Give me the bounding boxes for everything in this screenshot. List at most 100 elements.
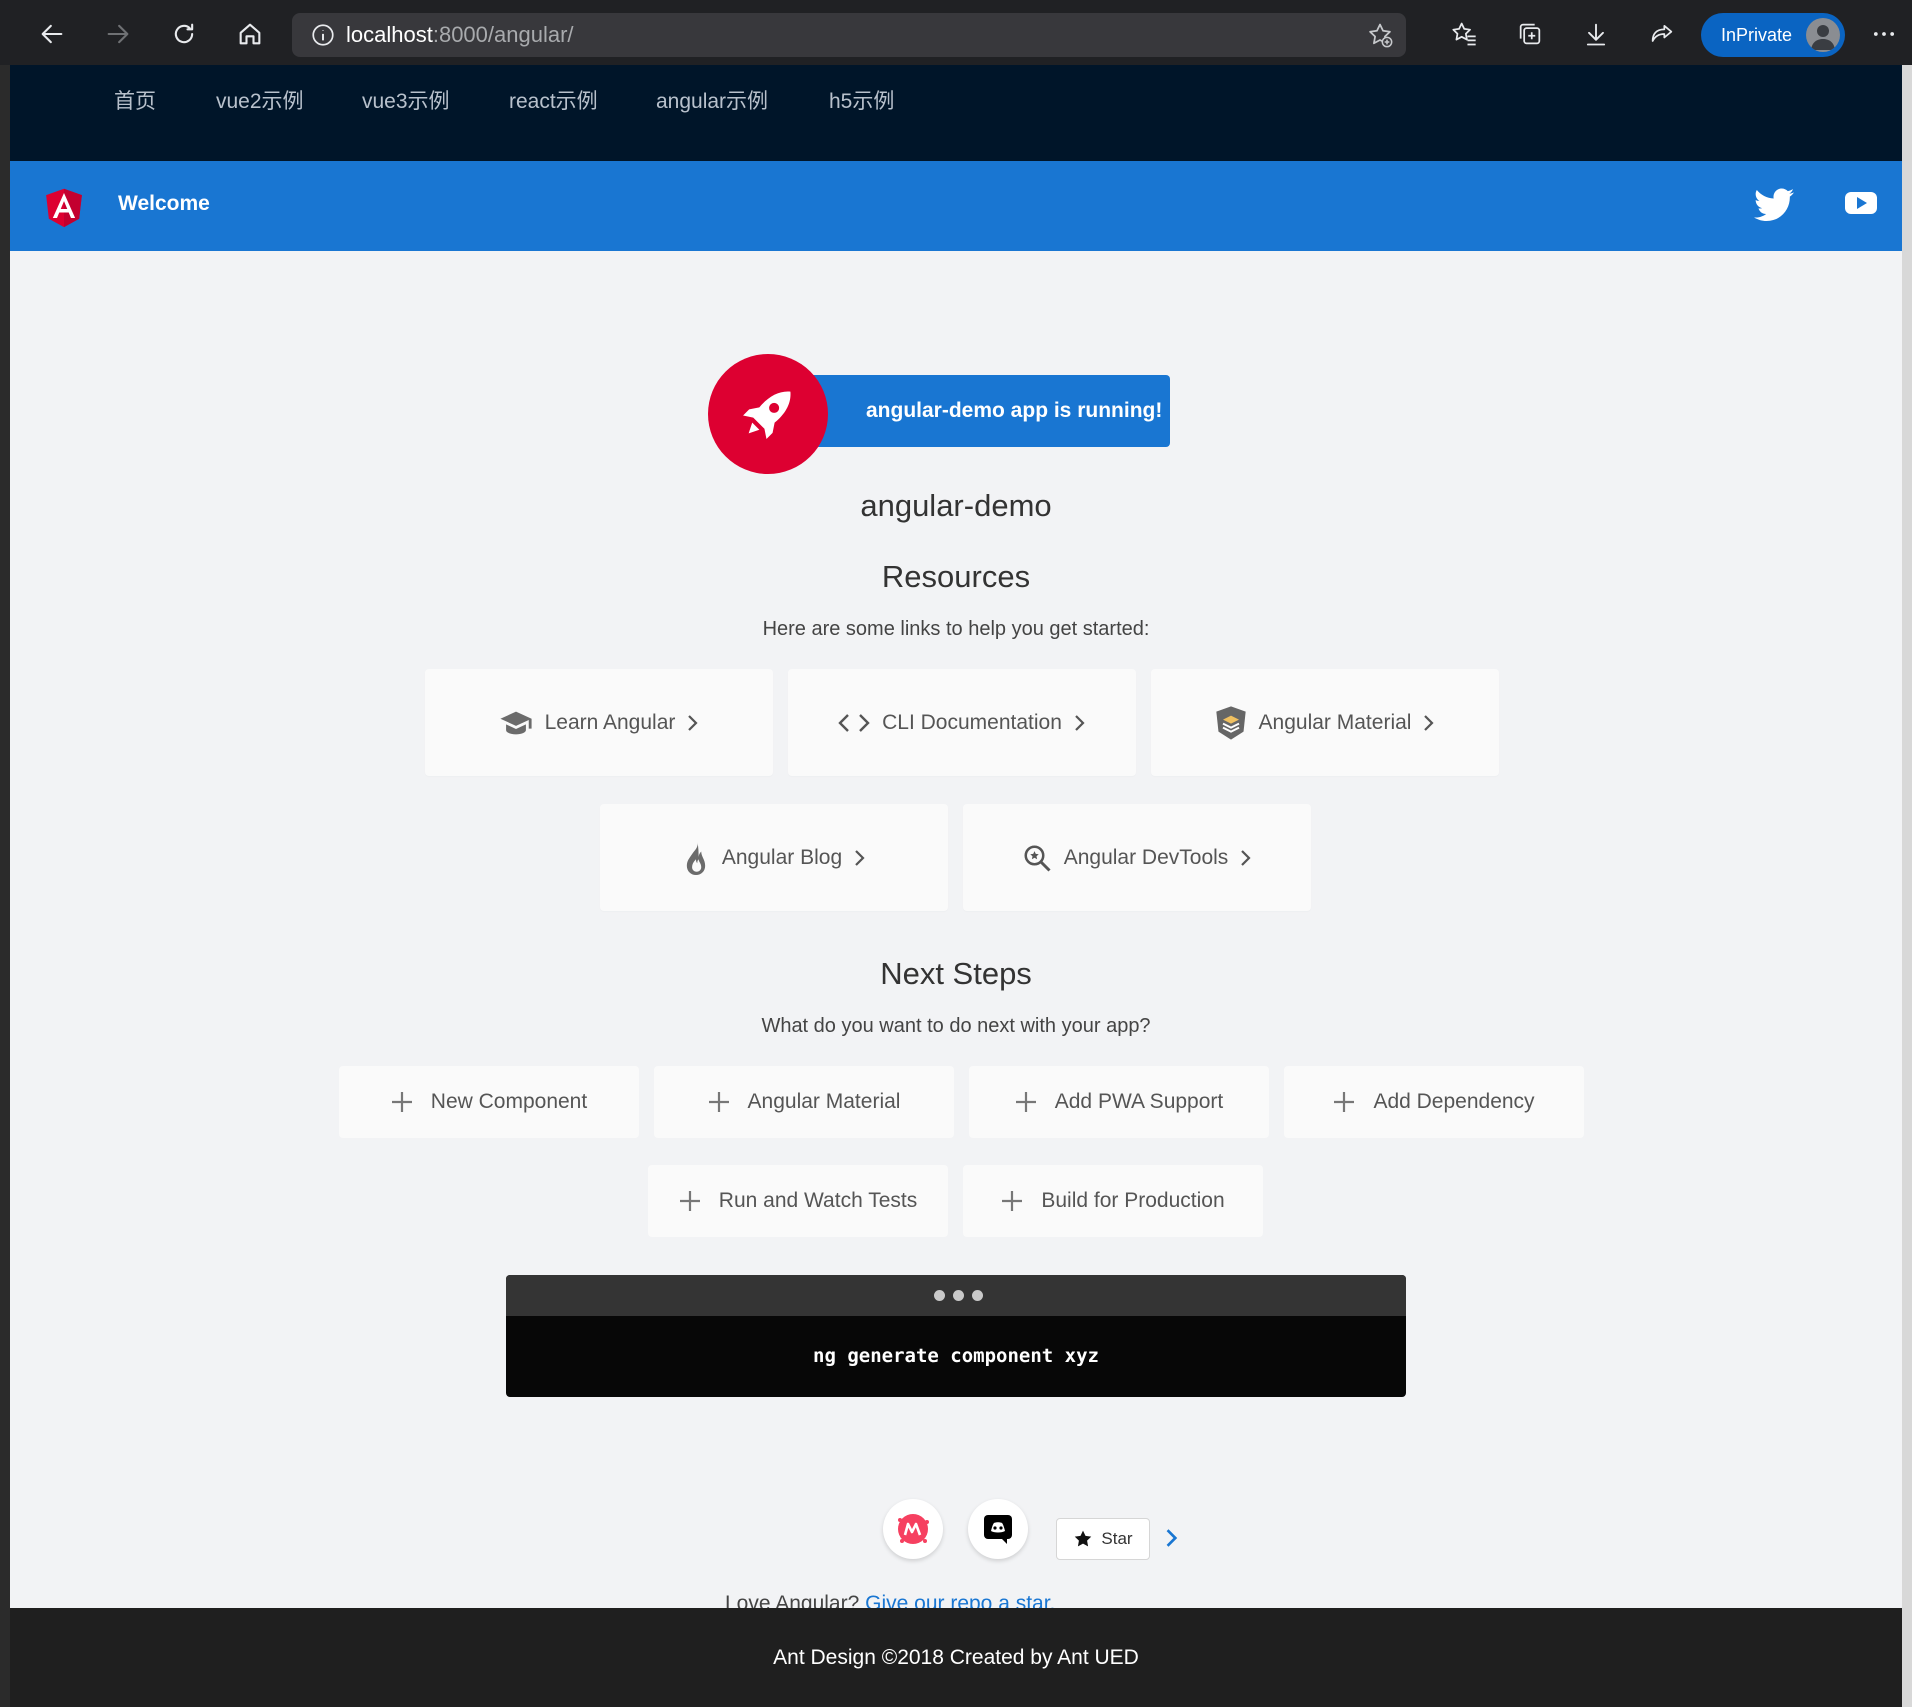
inprivate-badge[interactable]: InPrivate (1701, 13, 1845, 57)
twitter-icon[interactable] (1754, 188, 1794, 222)
material-layers-icon (1215, 705, 1247, 741)
card-label: Learn Angular (544, 710, 676, 734)
page-viewport: 首页 vue2示例 vue3示例 react示例 angular示例 h5示例 … (10, 65, 1902, 1707)
nav-item-h5[interactable]: h5示例 (829, 85, 894, 115)
step-label: Angular Material (747, 1090, 901, 1113)
step-label: Add PWA Support (1054, 1090, 1224, 1113)
url-text: localhost:8000/angular/ (346, 22, 574, 47)
card-angular-devtools[interactable]: Angular DevTools (963, 804, 1311, 911)
terminal-dot (934, 1290, 945, 1301)
plus-icon (1015, 1091, 1037, 1113)
nav-item-vue2[interactable]: vue2示例 (216, 85, 304, 115)
magnifier-star-icon (1022, 843, 1052, 873)
refresh-icon (174, 23, 194, 44)
terminal-dot (972, 1290, 983, 1301)
chevron-right-icon (854, 849, 866, 867)
info-icon[interactable] (310, 22, 336, 48)
code-icon (838, 712, 870, 734)
add-favorite-icon[interactable] (1366, 21, 1394, 49)
downloads-button[interactable] (1576, 14, 1616, 54)
plus-icon (1333, 1091, 1355, 1113)
nav-item-react[interactable]: react示例 (509, 85, 598, 115)
terminal-header (506, 1275, 1406, 1316)
discord-link[interactable] (968, 1499, 1028, 1559)
app-name: angular-demo (860, 488, 1052, 523)
toolbar: Welcome (10, 161, 1902, 251)
scrollbar[interactable] (1902, 65, 1912, 1707)
plus-icon (708, 1091, 730, 1113)
collections-icon (1519, 23, 1541, 45)
address-bar[interactable]: localhost:8000/angular/ (292, 13, 1406, 57)
meetup-link[interactable] (883, 1499, 943, 1559)
home-icon (239, 23, 261, 45)
card-label: CLI Documentation (882, 710, 1062, 734)
share-button[interactable] (1642, 14, 1682, 54)
nav-item-vue3[interactable]: vue3示例 (362, 85, 450, 115)
card-angular-blog[interactable]: Angular Blog (600, 804, 948, 911)
plus-icon (391, 1091, 413, 1113)
step-label: Run and Watch Tests (718, 1189, 918, 1212)
step-angular-material[interactable]: Angular Material (654, 1066, 954, 1138)
card-label: Angular DevTools (1063, 845, 1229, 869)
app-running-text: angular-demo app is running! (866, 399, 1163, 422)
footer-text: Ant Design ©2018 Created by Ant UED (773, 1645, 1139, 1669)
angular-logo-icon (46, 188, 82, 228)
back-button[interactable] (32, 14, 72, 54)
plus-icon (1001, 1190, 1023, 1212)
flame-icon (682, 841, 710, 875)
chevron-right-icon (1240, 849, 1252, 867)
ellipsis-icon (1873, 32, 1895, 36)
step-add-dependency[interactable]: Add Dependency (1284, 1066, 1584, 1138)
star-button-label: Star (1101, 1529, 1133, 1548)
forward-button[interactable] (98, 14, 138, 54)
chevron-right-icon[interactable] (1165, 1528, 1179, 1548)
next-steps-subtitle: What do you want to do next with your ap… (761, 1015, 1151, 1037)
chevron-right-icon (687, 714, 699, 732)
footer: Ant Design ©2018 Created by Ant UED (10, 1608, 1902, 1707)
step-run-watch-tests[interactable]: Run and Watch Tests (648, 1165, 948, 1237)
arrow-left-icon (41, 24, 63, 44)
chevron-right-icon (1423, 714, 1435, 732)
favorites-button[interactable] (1444, 14, 1484, 54)
star-icon (1075, 1530, 1092, 1547)
favorites-icon (1452, 22, 1476, 46)
youtube-icon[interactable] (1844, 190, 1878, 216)
github-star-button[interactable]: Star (1056, 1518, 1150, 1560)
person-icon (1811, 25, 1835, 50)
chevron-right-icon (1074, 714, 1086, 732)
card-label: Angular Material (1258, 710, 1412, 734)
collections-button[interactable] (1510, 14, 1550, 54)
download-icon (1586, 23, 1606, 46)
step-label: New Component (430, 1090, 588, 1113)
rocket-icon (743, 391, 791, 439)
resources-subtitle: Here are some links to help you get star… (762, 618, 1150, 640)
step-build-production[interactable]: Build for Production (963, 1165, 1263, 1237)
card-label: Angular Blog (721, 845, 843, 869)
next-steps-heading: Next Steps (880, 956, 1032, 991)
share-icon (1651, 24, 1673, 42)
graduation-cap-icon (499, 708, 533, 738)
step-label: Build for Production (1041, 1189, 1225, 1212)
resources-heading: Resources (881, 559, 1031, 594)
more-button[interactable] (1864, 14, 1904, 54)
nav-item-angular[interactable]: angular示例 (656, 85, 768, 115)
browser-toolbar: localhost:8000/angular/ InPrivate (0, 0, 1912, 65)
home-button[interactable] (230, 14, 270, 54)
step-label: Add Dependency (1373, 1090, 1535, 1113)
app-running-banner: angular-demo app is running! (790, 375, 1170, 447)
toolbar-title: Welcome (118, 192, 210, 215)
terminal-dot (953, 1290, 964, 1301)
nav-item-home[interactable]: 首页 (114, 85, 156, 115)
rocket-badge (708, 354, 828, 474)
card-learn-angular[interactable]: Learn Angular (425, 669, 773, 776)
step-add-pwa-support[interactable]: Add PWA Support (969, 1066, 1269, 1138)
top-nav: 首页 vue2示例 vue3示例 react示例 angular示例 h5示例 (10, 65, 1902, 161)
terminal: ng generate component xyz (506, 1275, 1406, 1397)
meetup-icon (898, 1514, 929, 1544)
card-cli-documentation[interactable]: CLI Documentation (788, 669, 1136, 776)
refresh-button[interactable] (164, 14, 204, 54)
step-new-component[interactable]: New Component (339, 1066, 639, 1138)
card-angular-material[interactable]: Angular Material (1151, 669, 1499, 776)
plus-icon (679, 1190, 701, 1212)
avatar (1806, 18, 1840, 52)
